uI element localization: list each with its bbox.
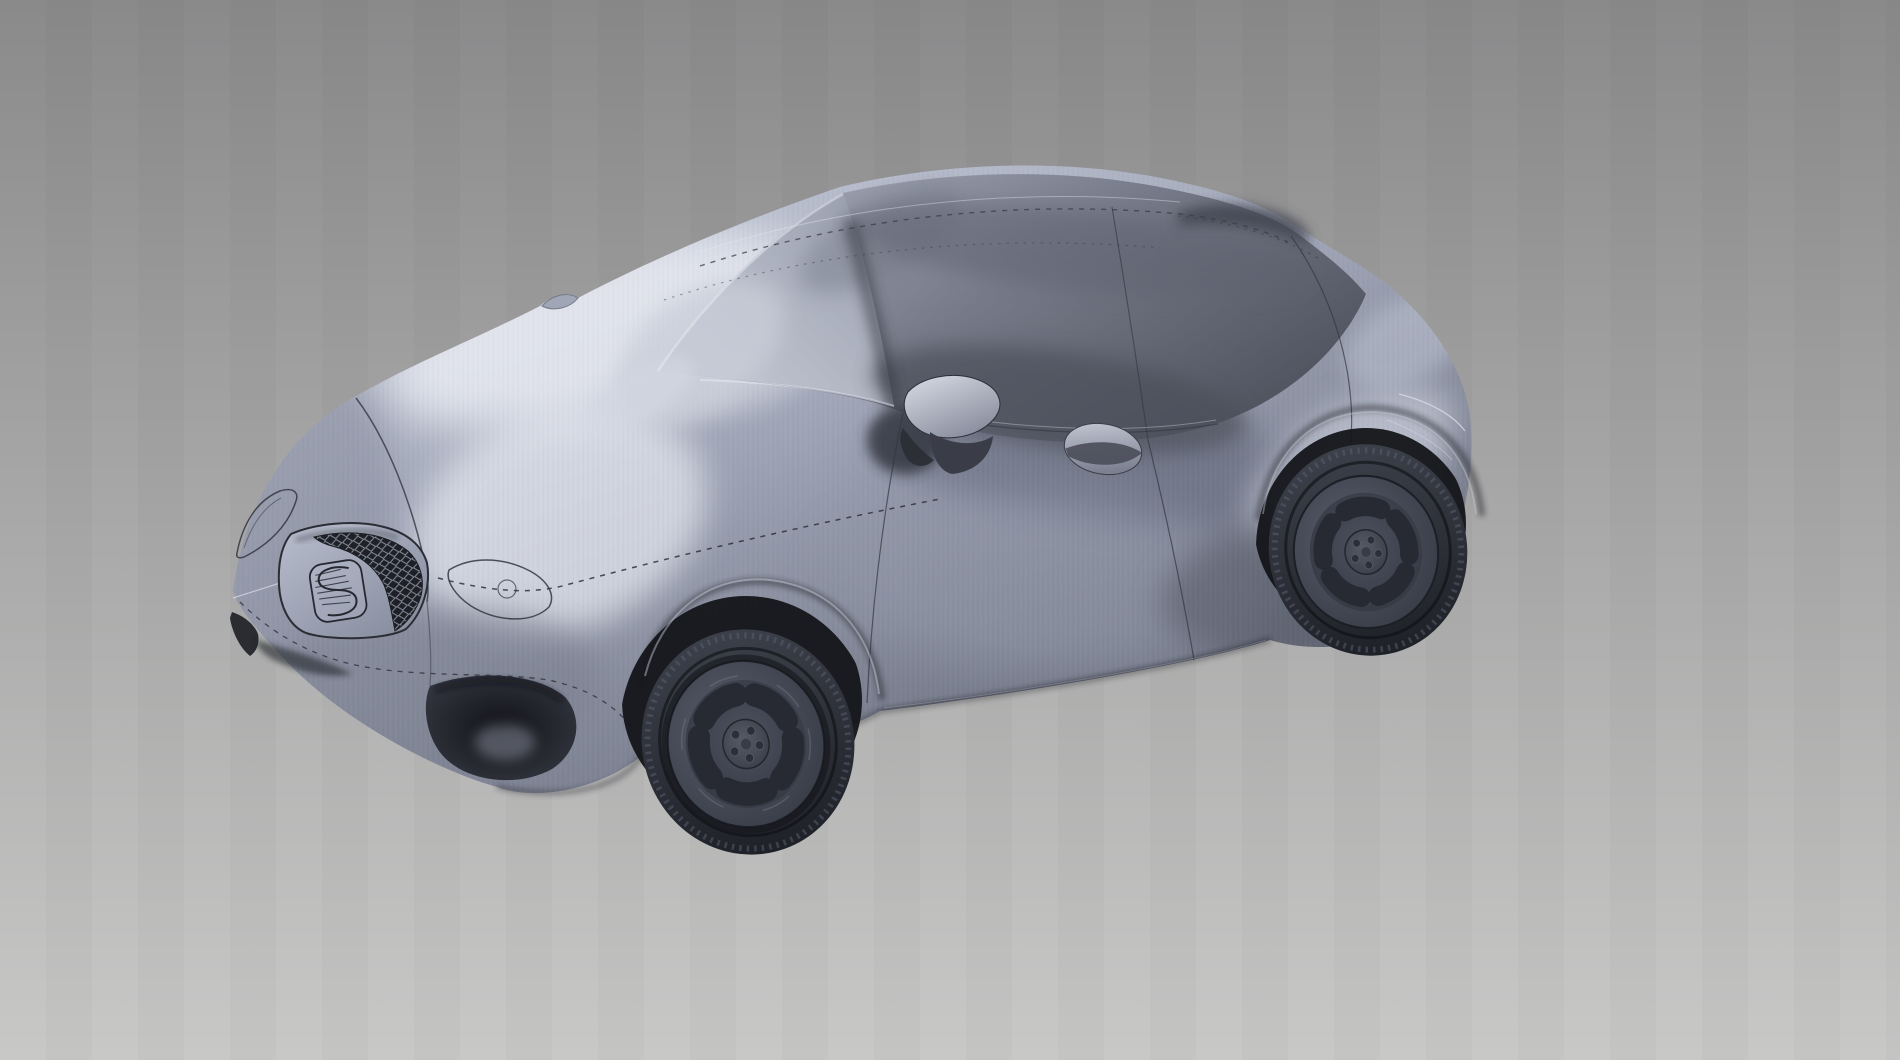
viewport-3d[interactable] <box>0 0 1900 1060</box>
front-grille <box>279 523 428 638</box>
intake-reflection <box>475 724 535 760</box>
render-canvas <box>0 0 1900 1060</box>
seat-badge <box>308 558 368 623</box>
